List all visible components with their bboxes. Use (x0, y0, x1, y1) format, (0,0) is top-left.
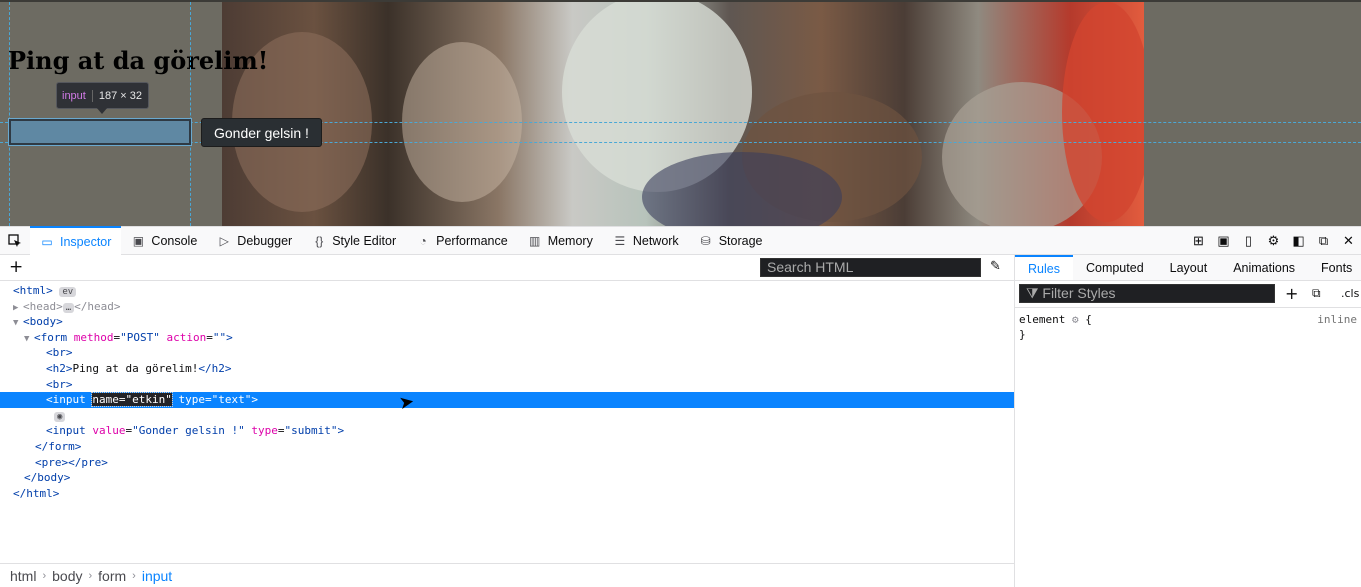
tree-node-form-close[interactable]: </form> (0, 439, 1014, 455)
tab-label: Style Editor (332, 233, 397, 248)
tab-label: Network (632, 233, 679, 248)
breadcrumb-item[interactable]: html (10, 568, 36, 584)
tree-node-head[interactable]: ▶ <head>… </head> (0, 299, 1014, 315)
rule-selector: element (1019, 313, 1066, 326)
tree-node-body[interactable]: ▼ <body> (0, 314, 1014, 330)
tab-label: Performance (436, 233, 508, 248)
tree-node-input-selected[interactable]: <input name="etkin" type="text"> (0, 392, 1014, 408)
element-highlight-icon[interactable]: ⚙ (1072, 313, 1079, 326)
separate-window-icon[interactable]: ⧉ (1311, 233, 1336, 249)
tab-debugger[interactable]: ▷ Debugger (207, 227, 302, 254)
tab-layout[interactable]: Layout (1157, 255, 1221, 280)
screenshot-icon[interactable]: ▯ (1236, 233, 1261, 249)
page-viewport: Ping at da görelim! Gonder gelsin ! inpu… (0, 0, 1361, 226)
tab-label: Debugger (237, 233, 293, 248)
tree-node-pre[interactable]: <pre></pre> (0, 455, 1014, 471)
etkin-text-input[interactable] (8, 118, 192, 146)
network-icon: ☰ (614, 233, 626, 248)
console-icon: ▣ (132, 233, 145, 248)
highlighter-guide (190, 2, 191, 226)
responsive-design-icon[interactable]: ⊞ (1186, 233, 1211, 249)
add-node-icon[interactable]: + (9, 257, 23, 277)
anonymous-content-icon: ◉ (54, 411, 66, 422)
tree-node-br[interactable]: <br> (0, 377, 1014, 393)
performance-icon: ◔ (419, 233, 427, 248)
infobar-tag: input (57, 89, 93, 102)
eyedropper-icon[interactable]: ✎ (990, 259, 1001, 274)
filter-icon: ⧩ (1026, 285, 1043, 301)
chevron-right-icon: › (132, 569, 136, 582)
breadcrumb-item[interactable]: body (52, 568, 82, 584)
inspector-icon: ▭ (41, 234, 53, 249)
memory-icon: ▥ (529, 233, 541, 248)
chevron-right-icon: › (88, 569, 93, 582)
tab-inspector[interactable]: ▭ Inspector (30, 226, 122, 255)
toolbar-right-controls: ⊞ ▣ ▯ ⚙ ◧ ⧉ ✕ (1186, 227, 1361, 254)
tree-node-anonymous[interactable]: ◉ (0, 408, 1014, 424)
tree-node-h2[interactable]: <h2>Ping at da görelim!</h2> (0, 361, 1014, 377)
rules-list: element ⚙ { inline } (1015, 308, 1361, 346)
rules-sidebar: Rules Computed Layout Animations Fonts ⧩… (1015, 255, 1361, 587)
split-console-icon[interactable]: ▣ (1211, 233, 1236, 249)
filter-styles-input[interactable]: ⧩ Filter Styles (1019, 284, 1275, 303)
rule-element: element ⚙ { inline (1019, 312, 1357, 327)
tab-style-editor[interactable]: {} Style Editor (302, 227, 406, 254)
tab-performance[interactable]: ◔ Performance (406, 227, 518, 254)
sidebar-tabs: Rules Computed Layout Animations Fonts (1015, 255, 1361, 281)
search-html-input[interactable]: Search HTML (760, 258, 981, 277)
background-photo (222, 2, 1144, 226)
rule-source[interactable]: inline (1317, 312, 1357, 327)
tree-node-body-close[interactable]: </body> (0, 470, 1014, 486)
infobar-arrow (96, 107, 108, 114)
tree-node-br[interactable]: <br> (0, 345, 1014, 361)
tab-memory[interactable]: ▥ Memory (518, 227, 603, 254)
node-infobar: input 187 × 32 (56, 82, 149, 109)
cls-toggle-button[interactable]: .cls (1341, 287, 1359, 300)
page-heading: Ping at da görelim! (8, 46, 269, 75)
infobar-dimensions: 187 × 32 (98, 89, 142, 102)
tab-fonts[interactable]: Fonts (1308, 255, 1361, 280)
markup-panel: + Search HTML ✎ <html> ev ▶ <head>… </head… (0, 255, 1015, 587)
tab-network[interactable]: ☰ Network (603, 227, 689, 254)
tab-animations[interactable]: Animations (1220, 255, 1308, 280)
filter-bar: ⧩ Filter Styles + ⧉ .cls (1015, 281, 1361, 308)
pseudo-class-toggle-icon[interactable]: ⧉ (1312, 286, 1321, 301)
debugger-icon: ▷ (219, 233, 229, 248)
rule-close-brace: } (1019, 328, 1026, 341)
gonder-gelsin-button[interactable]: Gonder gelsin ! (201, 118, 322, 147)
add-rule-icon[interactable]: + (1285, 284, 1298, 303)
tab-console[interactable]: ▣ Console (121, 227, 207, 254)
breadcrumb-item[interactable]: form (98, 568, 126, 584)
tab-computed[interactable]: Computed (1073, 255, 1157, 280)
breadcrumb-item-current[interactable]: input (142, 568, 172, 584)
style-editor-icon: {} (315, 233, 324, 248)
markup-tree: <html> ev ▶ <head>… </head> ▼ <body> ▼ <form… (0, 283, 1014, 501)
tree-node-html-close[interactable]: </html> (0, 486, 1014, 502)
devtools-toolbar: ▭ Inspector ▣ Console ▷ Debugger {} Style Ed… (0, 226, 1361, 255)
chevron-right-icon: › (42, 569, 47, 582)
tab-label: Memory (547, 233, 593, 248)
close-icon[interactable]: ✕ (1336, 233, 1361, 249)
storage-icon: ⛁ (700, 233, 711, 248)
breadcrumb: html › body › form › input (0, 563, 1014, 587)
highlighter-guide (9, 2, 10, 226)
event-badge[interactable]: ev (59, 287, 77, 297)
markup-toolbar: + Search HTML ✎ (0, 255, 1014, 281)
tree-node-form[interactable]: ▼ <form method="POST" action=""> (0, 330, 1014, 346)
element-picker-icon[interactable] (0, 227, 30, 254)
tab-label: Storage (718, 233, 763, 248)
tab-label: Console (151, 233, 198, 248)
tree-node-html[interactable]: <html> ev (0, 283, 1014, 299)
dock-side-icon[interactable]: ◧ (1286, 233, 1311, 249)
tree-node-submit-input[interactable]: <input value="Gonder gelsin !" type="sub… (0, 423, 1014, 439)
settings-gear-icon[interactable]: ⚙ (1261, 233, 1286, 249)
tab-rules[interactable]: Rules (1015, 255, 1073, 280)
tab-storage[interactable]: ⛁ Storage (689, 227, 773, 254)
tab-label: Inspector (60, 234, 112, 249)
